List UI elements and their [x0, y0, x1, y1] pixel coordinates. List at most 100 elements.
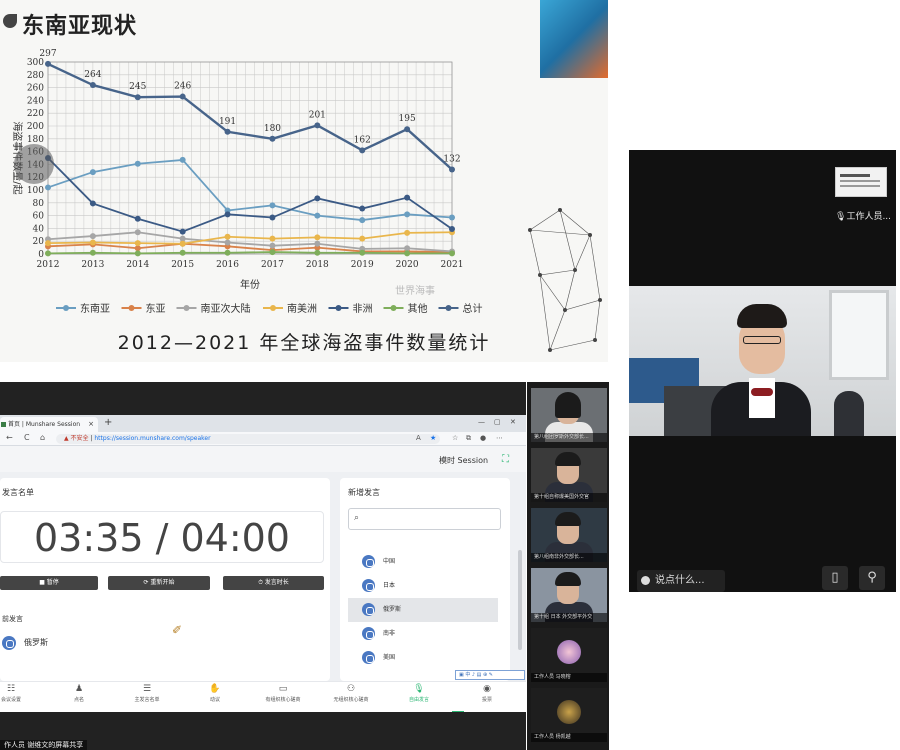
nav-item[interactable]: ✋ 动议 — [182, 684, 248, 703]
legend-label: 东亚 — [146, 302, 166, 315]
participant-tile[interactable]: 第八组南非外交部长... — [531, 508, 607, 562]
participant-tile[interactable]: 第十组自称爆美国外交官 — [531, 448, 607, 502]
menu-icon[interactable]: ⋯ — [496, 434, 503, 442]
y-tick-label: 60 — [33, 212, 45, 222]
data-point — [269, 235, 276, 242]
browser-tab[interactable]: 首页 | Munshare Session × — [0, 417, 98, 432]
participant-name: 第八组团罗斯外交部长... — [531, 433, 607, 442]
x-tick-label: 2018 — [306, 260, 329, 270]
new-tab-button[interactable]: + — [104, 417, 112, 428]
data-point — [449, 250, 455, 257]
read-aloud-icon[interactable]: A — [416, 434, 421, 442]
participant-hair — [555, 512, 581, 526]
emoji-icon[interactable] — [641, 576, 650, 585]
restart-button[interactable]: ⟳ 重新开始 — [108, 576, 210, 590]
extensions-icon[interactable]: ☆ — [452, 434, 458, 442]
minimize-icon[interactable]: — — [478, 418, 485, 426]
y-tick-label: 220 — [27, 109, 44, 119]
participant-name: 工作人员 马晓榕 — [531, 673, 607, 682]
participant-strip: 第八组团罗斯外交部长... 第十组自称爆美国外交官 第八组南非外交部长... 第十组 … — [527, 382, 609, 750]
pin-button[interactable]: ⚲ — [859, 566, 885, 590]
legend-label: 非洲 — [353, 303, 373, 315]
favicon-icon — [1, 422, 6, 427]
data-point — [359, 249, 366, 256]
data-point — [269, 135, 276, 142]
country-flag-icon — [362, 651, 375, 664]
nav-item[interactable]: ▭ 有组织核心磋商 — [250, 684, 316, 703]
data-point — [224, 211, 231, 218]
reload-icon[interactable]: C — [24, 433, 30, 442]
scrollbar[interactable] — [518, 550, 522, 650]
series-line — [47, 62, 453, 171]
nav-item[interactable]: ♟ 点名 — [46, 684, 112, 703]
y-tick-label: 40 — [33, 224, 45, 234]
shared-thumbnail[interactable] — [835, 167, 887, 197]
data-point — [224, 233, 231, 240]
video-conference-window: 东南亚现状 0204060801001201401601802002202402… — [0, 0, 900, 750]
back-icon[interactable]: ← — [6, 433, 13, 442]
fullscreen-icon[interactable]: ⛶ — [502, 454, 509, 465]
country-item[interactable]: 俄罗斯 — [348, 598, 498, 622]
nav-item[interactable]: ☰ 主发言名单 — [114, 684, 180, 703]
country-item[interactable]: 日本 — [348, 574, 498, 598]
pause-button[interactable]: ■ 暂停 — [0, 576, 98, 590]
data-point — [179, 249, 186, 256]
avatar — [557, 640, 581, 664]
slide-scroll-handle[interactable] — [14, 144, 54, 184]
data-point — [134, 215, 141, 222]
participant-tile[interactable]: 工作人员 马晓榕 — [531, 628, 607, 682]
country-item[interactable]: 南非 — [348, 622, 498, 646]
y-tick-label: 20 — [33, 237, 45, 247]
mic-icon: 🎙 — [835, 212, 847, 222]
country-search-input[interactable]: ⌕ — [348, 508, 501, 530]
nav-item[interactable]: ◉ 投票 — [454, 684, 520, 703]
current-speaker: 俄罗斯 — [2, 632, 48, 650]
app-header: 模时 Session ⛶ — [0, 446, 526, 472]
self-username: 🎙工作人员... — [835, 212, 892, 222]
collections-icon[interactable]: ⧉ — [466, 434, 471, 443]
nav-icon: ⚇ — [346, 684, 356, 694]
floating-toolbar[interactable]: ▣ 中 ♪ ▤ ⊕ ✎ — [455, 670, 525, 680]
screen-share: 首页 | Munshare Session × + — ▢ ✕ ← C ⌂ ▲ 不… — [0, 382, 526, 750]
data-label: 162 — [354, 135, 371, 145]
data-label: 246 — [174, 82, 191, 92]
data-point — [89, 233, 96, 240]
screen-share-caption: 作人员 谢维文的屏幕共享 — [0, 740, 88, 750]
presentation-slide: 东南亚现状 0204060801001201401601802002202402… — [0, 0, 608, 362]
page-dots[interactable] — [747, 590, 787, 592]
country-item[interactable]: 美国 — [348, 646, 498, 670]
country-flag-icon — [362, 579, 375, 592]
tab-close-icon[interactable]: × — [88, 417, 94, 432]
device-button[interactable]: ▯ — [822, 566, 848, 590]
data-point — [404, 245, 411, 252]
profile-icon[interactable]: ● — [480, 434, 486, 442]
duration-button[interactable]: ⏱ 发言时长 — [223, 576, 324, 590]
participant-tile[interactable]: 第十组 日本 外交部平外交 — [531, 568, 607, 622]
x-tick-label: 2016 — [216, 260, 239, 270]
data-point — [359, 205, 366, 212]
participant-tile[interactable]: 工作人员 杨凯越 — [531, 688, 607, 742]
close-window-icon[interactable]: ✕ — [510, 418, 516, 426]
nav-item[interactable]: ⚇ 无组织核心磋商 — [318, 684, 384, 703]
new-speech-title: 新增发言 — [348, 488, 380, 497]
url-field[interactable]: ▲ 不安全 | https://session.munshare.com/spe… — [56, 434, 440, 444]
data-label: 195 — [399, 114, 416, 124]
participant-tile[interactable]: 第八组团罗斯外交部长... — [531, 388, 607, 442]
data-point — [134, 94, 141, 101]
home-icon[interactable]: ⌂ — [40, 433, 45, 442]
y-tick-label: 0 — [38, 250, 44, 260]
data-point — [134, 240, 141, 247]
data-point — [45, 240, 51, 247]
star-icon[interactable]: ★ — [430, 434, 436, 442]
nav-item[interactable]: 🎙 自由发言 — [386, 684, 452, 703]
y-tick-label: 100 — [27, 186, 44, 196]
country-item[interactable]: 中国 — [348, 550, 498, 574]
maximize-icon[interactable]: ▢ — [494, 418, 501, 426]
chat-input[interactable]: 说点什么... — [637, 570, 725, 592]
data-point — [89, 82, 96, 89]
plot-frame — [47, 61, 453, 255]
data-label: 201 — [309, 110, 326, 120]
data-point — [179, 156, 186, 163]
data-label: 264 — [84, 70, 101, 80]
nav-item[interactable]: ☷ 会议设置 — [0, 684, 44, 703]
